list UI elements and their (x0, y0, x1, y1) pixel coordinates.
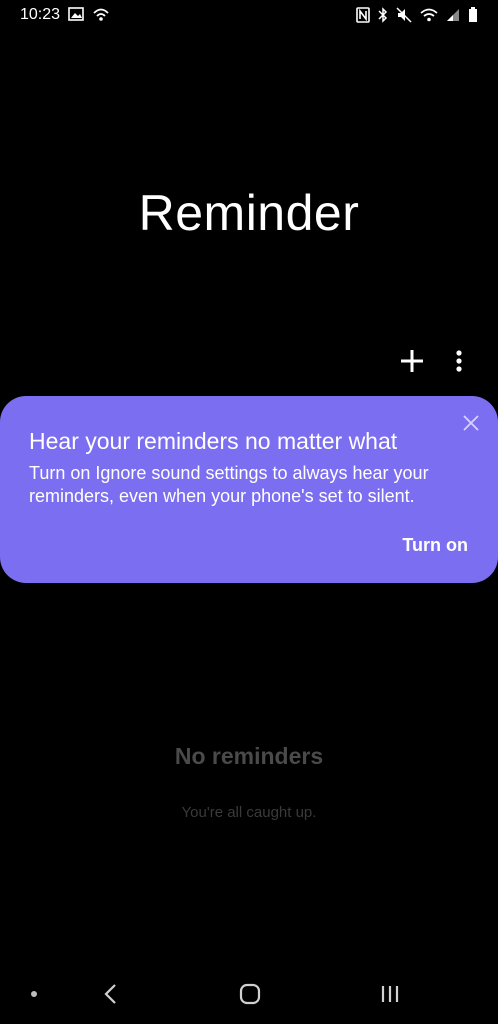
banner-title: Hear your reminders no matter what (29, 428, 398, 454)
more-options-button[interactable] (447, 346, 471, 376)
signal-icon (446, 8, 460, 22)
status-right-icons (356, 7, 478, 23)
mute-icon (396, 7, 412, 23)
ignore-sound-banner: Hear your reminders no matter what Turn … (0, 396, 498, 583)
bluetooth-icon (378, 7, 388, 23)
dot-icon (31, 991, 37, 997)
back-button[interactable] (100, 982, 122, 1006)
recents-button[interactable] (377, 982, 403, 1006)
banner-close-button[interactable] (460, 412, 482, 434)
more-vertical-icon (456, 350, 462, 372)
recents-icon (381, 986, 399, 1002)
status-time: 10:23 (20, 6, 61, 23)
wifi-icon (420, 8, 438, 22)
turn-on-button[interactable]: Turn on (402, 535, 468, 556)
home-icon (239, 983, 261, 1005)
back-icon (104, 984, 116, 1004)
empty-state-subtitle: You're all caught up. (181, 804, 317, 821)
nfc-icon (356, 7, 370, 23)
navigation-bar (0, 970, 498, 1024)
wifi-call-icon (92, 7, 110, 23)
home-button[interactable] (238, 982, 262, 1006)
battery-icon (468, 7, 478, 23)
add-reminder-button[interactable] (397, 346, 427, 376)
empty-state-title: No reminders (174, 743, 324, 769)
plus-icon (401, 350, 423, 372)
banner-body: Turn on Ignore sound settings to always … (29, 463, 429, 506)
image-icon (68, 7, 84, 23)
page-title: Reminder (138, 185, 360, 241)
close-icon (463, 415, 479, 431)
status-left-icons (68, 7, 110, 23)
status-bar: 10:23 (0, 0, 498, 34)
